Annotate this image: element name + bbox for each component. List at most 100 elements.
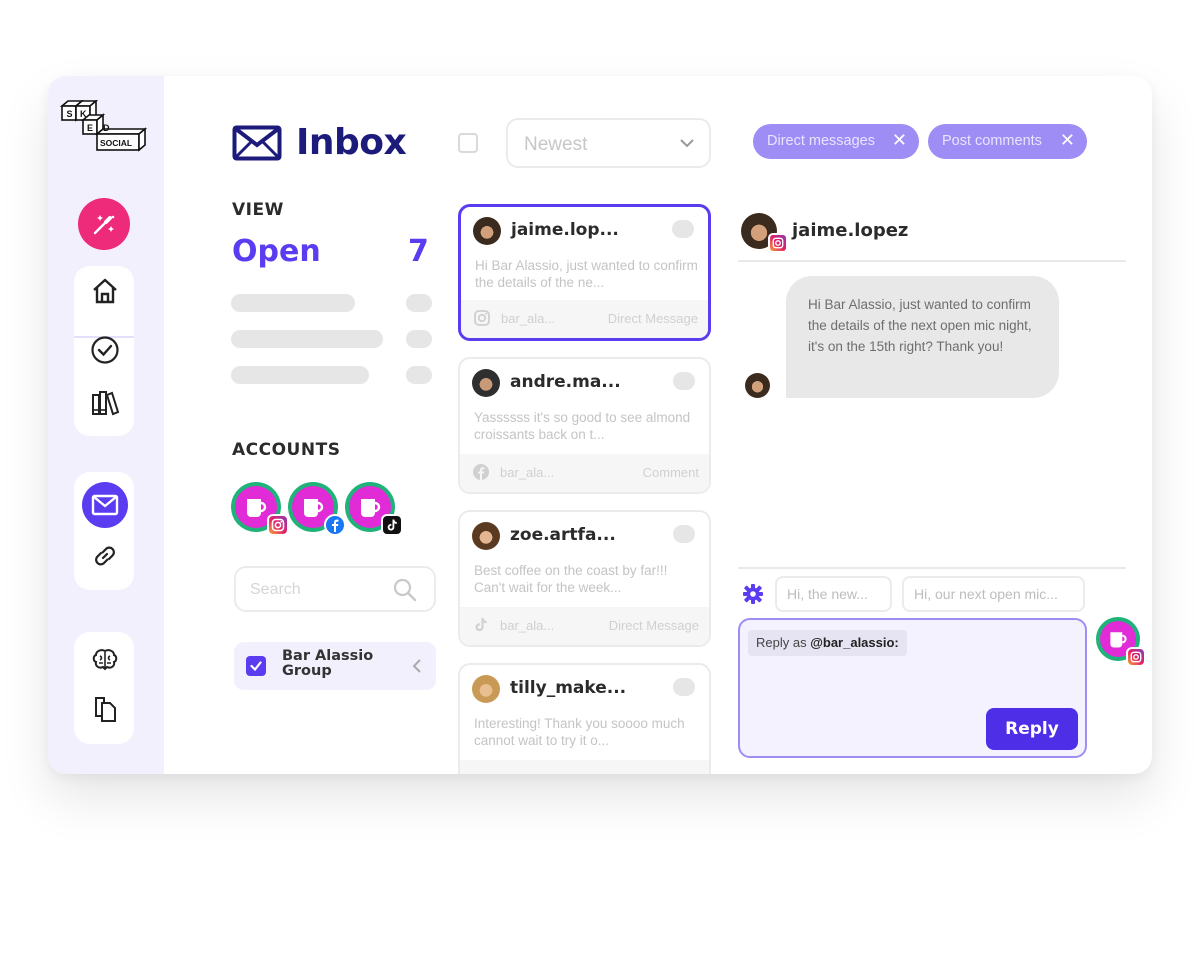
instagram-icon [1126, 647, 1146, 667]
cup-logo-icon [247, 499, 267, 517]
message-type: Direct Message [608, 618, 699, 633]
cup-logo-icon [361, 499, 381, 517]
view-placeholder-count [406, 294, 432, 312]
reply-composer[interactable]: Reply as @bar_alassio: Reply [738, 618, 1087, 758]
quick-reply-text: Hi, our next open mic... [914, 586, 1058, 602]
sked-social-logo[interactable]: S K E D SOCIAL [59, 99, 150, 163]
card-toggle[interactable] [673, 372, 695, 390]
message-preview: Hi Bar Alassio, just wanted to confirm t… [475, 258, 698, 290]
contact-avatar [473, 217, 501, 245]
logo-letter-e: E [87, 123, 93, 133]
compose-button[interactable] [78, 198, 130, 250]
nav-links[interactable] [90, 541, 120, 571]
account-search[interactable]: Search [234, 566, 436, 612]
account-avatar-facebook[interactable] [288, 482, 346, 536]
chevron-down-icon [680, 139, 694, 148]
logo-letter-s: S [67, 109, 73, 119]
select-all-checkbox[interactable] [458, 133, 478, 153]
contact-name: andre.ma... [510, 372, 621, 392]
divider [738, 260, 1126, 262]
account-avatar-instagram[interactable] [231, 482, 289, 536]
filter-chip-direct-messages[interactable]: Direct messages ✕ [753, 124, 919, 159]
message-preview: Interesting! Thank you soooo much cannot… [474, 716, 685, 748]
message-bubble: Hi Bar Alassio, just wanted to confirm t… [786, 276, 1059, 398]
card-footer [460, 760, 709, 774]
message-type: Comment [642, 465, 699, 480]
reply-as-handle: @bar_alassio: [810, 635, 899, 650]
message-card[interactable]: tilly_make... Interesting! Thank you soo… [458, 663, 711, 774]
nav-home[interactable] [90, 276, 120, 306]
chip-label: Direct messages [767, 133, 875, 149]
view-open-filter[interactable]: Open [232, 234, 321, 269]
card-footer: bar_ala... Comment [460, 454, 709, 492]
open-count: 7 [408, 234, 429, 269]
nav-tasks[interactable] [90, 335, 120, 365]
chevron-left-icon[interactable] [412, 658, 422, 674]
group-label: Bar Alassio Group [282, 648, 374, 679]
card-toggle[interactable] [672, 220, 694, 238]
contact-avatar [472, 675, 500, 703]
search-icon[interactable] [392, 577, 418, 603]
account-handle: bar_ala... [500, 465, 555, 480]
card-toggle[interactable] [673, 678, 695, 696]
sort-dropdown[interactable]: Newest [506, 118, 711, 168]
nav-inbox[interactable] [82, 482, 128, 528]
divider [738, 567, 1126, 569]
account-group-item[interactable]: Bar Alassio Group [234, 642, 436, 690]
home-icon [93, 278, 117, 304]
close-icon[interactable]: ✕ [892, 130, 907, 151]
facebook-icon [473, 464, 489, 480]
tiktok-icon [381, 514, 403, 536]
conversation-contact-name: jaime.lopez [792, 220, 909, 241]
quick-reply[interactable]: Hi, our next open mic... [902, 576, 1085, 612]
sender-avatar [745, 373, 770, 398]
inbox-title-text: Inbox [296, 122, 407, 163]
account-handle: bar_ala... [501, 311, 556, 326]
message-type: Direct Message [607, 311, 698, 326]
chip-label: Post comments [942, 133, 1042, 149]
account-avatar-tiktok[interactable] [345, 482, 403, 536]
view-placeholder-count [406, 330, 432, 348]
reply-account-avatar[interactable] [1096, 617, 1146, 667]
copy-icon [95, 697, 116, 722]
filter-chip-post-comments[interactable]: Post comments ✕ [928, 124, 1087, 159]
link-icon [95, 546, 115, 566]
message-card[interactable]: andre.ma... Yassssss it's so good to see… [458, 357, 711, 494]
nav-insights[interactable] [90, 645, 120, 675]
search-placeholder: Search [250, 581, 301, 598]
quick-reply[interactable]: Hi, the new... [775, 576, 892, 612]
accounts-label: ACCOUNTS [232, 440, 341, 460]
facebook-icon [324, 514, 346, 536]
card-toggle[interactable] [673, 525, 695, 543]
reply-as-prefix: Reply as [756, 635, 811, 650]
sidebar: S K E D SOCIAL [48, 76, 164, 774]
sort-value: Newest [524, 134, 588, 155]
card-footer: bar_ala... Direct Message [461, 300, 708, 338]
instagram-icon [768, 233, 788, 253]
checkmark-icon [250, 661, 262, 672]
group-checkbox[interactable] [246, 656, 266, 676]
cup-logo-icon [1110, 632, 1127, 648]
contact-name: tilly_make... [510, 678, 627, 698]
reply-as-tag: Reply as @bar_alassio: [748, 630, 907, 656]
reply-button[interactable]: Reply [986, 708, 1078, 750]
view-placeholder [231, 330, 383, 348]
nav-library[interactable] [90, 388, 120, 418]
instagram-icon [267, 514, 289, 536]
app-window: S K E D SOCIAL Inbox VIEW Open 7 ACCOUNT… [48, 76, 1152, 774]
close-icon[interactable]: ✕ [1060, 130, 1075, 151]
view-placeholder [231, 366, 369, 384]
message-preview: Best coffee on the coast by far!!! Can't… [474, 563, 668, 595]
nav-copy[interactable] [90, 694, 120, 724]
message-card[interactable]: zoe.artfa... Best coffee on the coast by… [458, 510, 711, 647]
contact-avatar [472, 522, 500, 550]
message-preview: Yassssss it's so good to see almond croi… [474, 410, 691, 442]
library-icon [92, 391, 120, 416]
view-placeholder-count [406, 366, 432, 384]
cup-logo-icon [304, 499, 324, 517]
view-label: VIEW [232, 200, 284, 220]
contact-name: zoe.artfa... [510, 525, 616, 545]
message-card[interactable]: jaime.lop... Hi Bar Alassio, just wanted… [458, 204, 711, 341]
view-placeholder [231, 294, 355, 312]
gear-icon[interactable] [742, 583, 764, 605]
